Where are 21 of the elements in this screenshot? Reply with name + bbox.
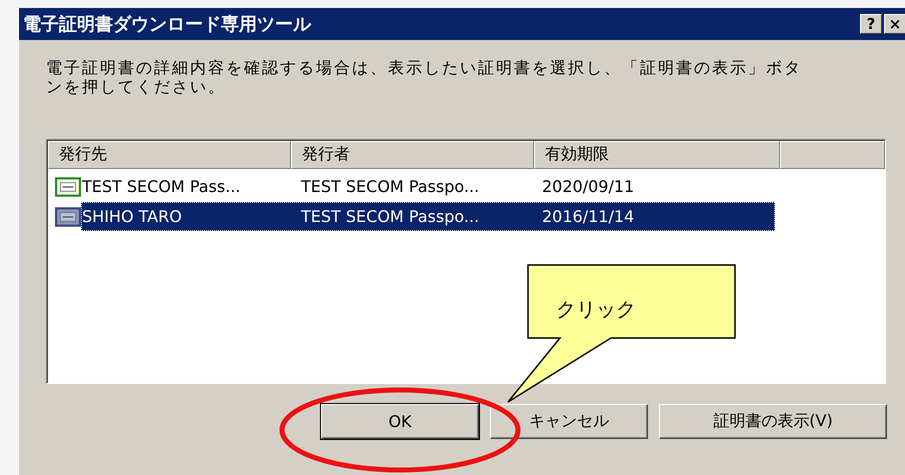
callout-text: クリック (556, 296, 636, 323)
certificate-icon (55, 206, 81, 226)
window-title: 電子証明書ダウンロード専用ツール (23, 13, 311, 36)
instruction-text: 電子証明書の詳細内容を確認する場合は、表示したい証明書を選択し、「証明書の表示」ボタンを押してください。 (46, 58, 803, 96)
close-button[interactable]: × (884, 14, 905, 34)
column-header[interactable]: 有効期限 (534, 141, 780, 169)
list-row[interactable]: SHIHO TARO TEST SECOM Passpo... 2016/11/14 (81, 202, 775, 231)
help-button[interactable]: ? (860, 14, 882, 34)
show-certificate-button[interactable]: 証明書の表示(V) (659, 404, 887, 439)
table-cell-text: TEST SECOM Pass... (82, 177, 242, 196)
table-cell-text: TEST SECOM Passpo... (300, 207, 480, 226)
table-cell: 2020/09/11 (542, 177, 634, 196)
table-cell-text: SHIHO TARO (82, 207, 183, 226)
column-header[interactable]: 発行先 (48, 141, 291, 169)
table-cell-text: TEST SECOM Passpo... (300, 177, 480, 196)
list-row[interactable]: TEST SECOM Pass... TEST SECOM Passpo... 2020/09/11 (81, 172, 775, 201)
cancel-button[interactable]: キャンセル (490, 404, 648, 439)
certificate-icon (55, 176, 81, 196)
column-header[interactable]: 発行者 (291, 141, 534, 169)
table-cell: 2016/11/14 (542, 207, 634, 226)
ok-button[interactable]: OK (321, 404, 479, 439)
